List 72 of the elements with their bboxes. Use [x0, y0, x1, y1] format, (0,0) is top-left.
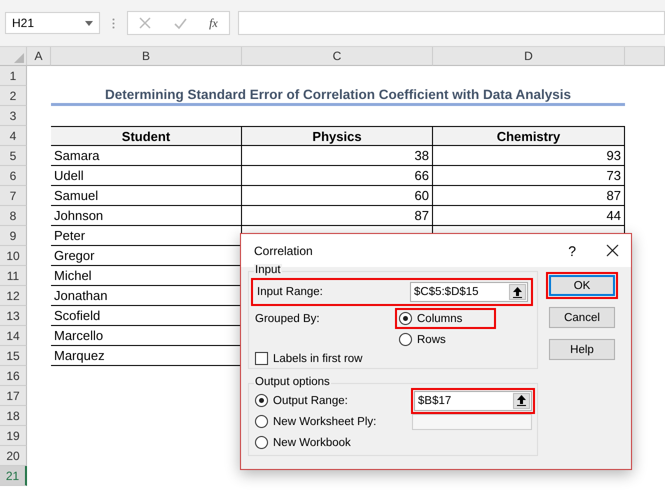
table-cell: Samuel [51, 186, 242, 206]
dialog-button[interactable]: Help [549, 339, 615, 360]
table-cell: Samara [51, 146, 242, 166]
table-cell: 38 [242, 146, 433, 166]
row-header[interactable]: 6 [0, 166, 27, 186]
radio-button[interactable]: New Worksheet Ply: [255, 413, 376, 430]
row-header[interactable]: 8 [0, 206, 27, 226]
sheet-title: Determining Standard Error of Correlation Coefficient with Data Analysis [104, 87, 572, 102]
table-cell: Johnson [51, 206, 242, 226]
group-legend: Output options [254, 376, 331, 388]
dialog-button[interactable]: Cancel [549, 307, 615, 328]
table-cell: 66 [242, 166, 433, 186]
table-cell: 87 [242, 206, 433, 226]
table-cell: 93 [433, 146, 625, 166]
collapse-icon[interactable] [513, 392, 530, 408]
labels-checkbox[interactable]: Labels in first row [255, 352, 533, 365]
column-header[interactable]: A [27, 47, 51, 66]
row-header[interactable]: 19 [0, 426, 27, 446]
field-label: Grouped By: [255, 312, 321, 325]
column-header[interactable]: D [433, 47, 625, 66]
row-header[interactable]: 1 [0, 66, 27, 86]
triangle-icon [14, 53, 24, 63]
row-header[interactable]: 16 [0, 366, 27, 386]
row-header[interactable]: 11 [0, 266, 27, 286]
row-header[interactable]: 10 [0, 246, 27, 266]
table-header: Chemistry [433, 126, 625, 146]
row-header[interactable]: 20 [0, 446, 27, 466]
grip-icon [112, 18, 115, 28]
name-box[interactable]: H21 [5, 12, 100, 34]
table-cell: 73 [433, 166, 625, 186]
dialog-title: Correlation [254, 244, 314, 258]
help-button[interactable]: ? [568, 242, 576, 258]
row-header[interactable]: 17 [0, 386, 27, 406]
insert-function-button[interactable]: fx [209, 16, 218, 30]
table-header: Physics [242, 126, 433, 146]
select-all-button[interactable] [0, 47, 27, 66]
worksheet-name-field[interactable] [412, 414, 532, 430]
output-range-field[interactable]: $B$17 [414, 390, 532, 410]
radio-button[interactable]: New Workbook [255, 434, 351, 451]
radio-button[interactable]: Rows [399, 331, 462, 348]
radio-button[interactable]: Columns [399, 310, 462, 327]
table-cell: Udell [51, 166, 242, 186]
row-header[interactable]: 15 [0, 346, 27, 366]
row-header[interactable]: 5 [0, 146, 27, 166]
group-legend: Input [254, 264, 282, 276]
caret-icon [85, 20, 93, 26]
field-label: Input Range: [257, 286, 323, 298]
input-range-field[interactable]: $C$5:$D$15 [410, 282, 528, 302]
column-header[interactable]: C [242, 47, 433, 66]
row-header[interactable]: 18 [0, 406, 27, 426]
row-header[interactable]: 2 [0, 86, 27, 106]
table-cell: 60 [242, 186, 433, 206]
row-header[interactable]: 21 [0, 466, 27, 486]
table-header: Student [51, 126, 242, 146]
radio-button[interactable]: Output Range: [255, 392, 348, 409]
row-header[interactable]: 7 [0, 186, 27, 206]
column-header[interactable]: B [51, 47, 242, 66]
dialog-button[interactable]: OK [549, 275, 615, 296]
formula-field[interactable] [238, 11, 665, 35]
close-icon[interactable] [606, 244, 619, 257]
check-icon[interactable] [174, 18, 187, 28]
collapse-icon[interactable] [509, 284, 526, 300]
row-header[interactable]: 3 [0, 106, 27, 126]
cancel-icon[interactable] [139, 17, 152, 29]
row-header[interactable]: 4 [0, 126, 27, 146]
row-header[interactable]: 14 [0, 326, 27, 346]
table-cell: 87 [433, 186, 625, 206]
row-header[interactable]: 9 [0, 226, 27, 246]
row-header[interactable]: 13 [0, 306, 27, 326]
table-cell: 44 [433, 206, 625, 226]
column-header[interactable] [625, 47, 665, 66]
row-header[interactable]: 12 [0, 286, 27, 306]
